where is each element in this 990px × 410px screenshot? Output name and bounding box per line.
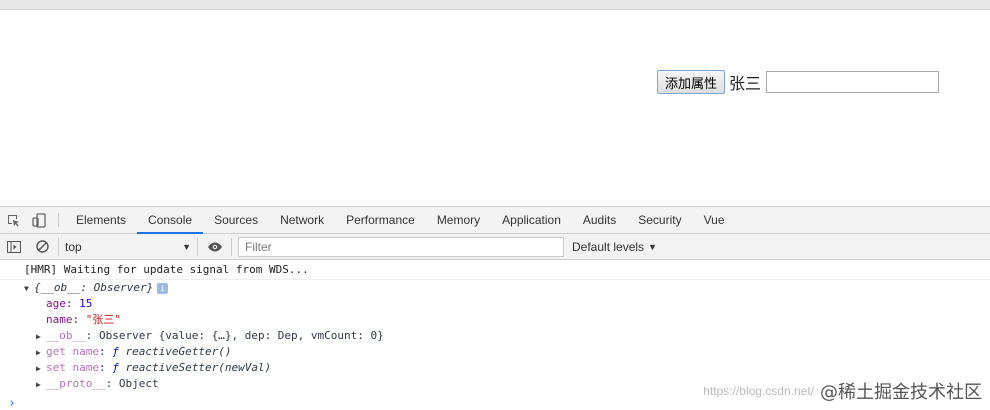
console-prompt-icon[interactable]: › — [8, 396, 16, 410]
prop-value: reactiveGetter() — [125, 345, 232, 358]
prop-key: __ob__ — [46, 329, 86, 342]
device-toolbar-icon[interactable] — [26, 207, 52, 233]
page-content: 添加属性 张三 — [0, 10, 990, 206]
tab-application[interactable]: Application — [491, 207, 572, 233]
function-symbol: ƒ — [112, 345, 119, 358]
clear-console-icon[interactable] — [28, 234, 56, 260]
tab-console[interactable]: Console — [137, 207, 204, 234]
prop-setter[interactable]: ▶ set name: ƒ reactiveSetter(newVal) — [24, 360, 990, 376]
tab-elements[interactable]: Elements — [65, 207, 137, 233]
expand-triangle-icon[interactable]: ▶ — [36, 345, 46, 361]
context-value: top — [65, 239, 82, 254]
chevron-down-icon: ▼ — [648, 241, 657, 252]
expand-triangle-icon[interactable]: ▶ — [36, 329, 46, 345]
log-levels-label: Default levels — [572, 239, 645, 254]
console-output: [HMR] Waiting for update signal from WDS… — [0, 260, 990, 410]
object-summary-line[interactable]: ▼ {__ob__: Observer} i — [24, 280, 990, 296]
prop-key: __proto__ — [46, 377, 106, 390]
tab-performance[interactable]: Performance — [335, 207, 426, 233]
tab-security[interactable]: Security — [627, 207, 692, 233]
name-input[interactable] — [766, 71, 940, 93]
tab-vue[interactable]: Vue — [693, 207, 736, 233]
live-expression-eye-icon[interactable] — [198, 237, 232, 256]
log-levels-dropdown[interactable]: Default levels ▼ — [572, 240, 657, 254]
tab-sources[interactable]: Sources — [203, 207, 269, 233]
prop-value: Observer {value: {…}, dep: Dep, vmCount:… — [99, 329, 384, 342]
prop-name: name: "张三" — [46, 313, 121, 326]
console-toolbar: top ▼ Default levels ▼ — [0, 234, 990, 260]
logged-object: ▼ {__ob__: Observer} i age: 15 name: "张三" … — [0, 280, 990, 392]
prop-getter[interactable]: ▶ get name: ƒ reactiveGetter() — [24, 344, 990, 360]
prop-value: 15 — [79, 297, 93, 310]
info-icon[interactable]: i — [157, 282, 169, 294]
function-symbol: ƒ — [112, 361, 119, 374]
prop-key: age — [46, 297, 66, 310]
console-message: [HMR] Waiting for update signal from WDS… — [0, 260, 990, 280]
devtools-tabbar: Elements Console Sources Network Perform… — [0, 207, 990, 234]
tab-network[interactable]: Network — [269, 207, 335, 233]
demo-row: 添加属性 张三 — [657, 70, 940, 94]
tab-memory[interactable]: Memory — [426, 207, 491, 233]
prop-value: reactiveSetter(newVal) — [125, 361, 272, 374]
chevron-down-icon: ▼ — [182, 241, 191, 252]
show-sidebar-icon[interactable] — [0, 234, 28, 260]
inspect-element-icon[interactable] — [0, 207, 26, 233]
prop-age: age: 15 — [46, 297, 93, 310]
watermark-juejin: @稀土掘金技术社区 — [820, 382, 982, 403]
tab-audits[interactable]: Audits — [572, 207, 627, 233]
prop-key: set name — [46, 361, 99, 374]
name-text: 张三 — [729, 74, 762, 93]
expand-triangle-icon[interactable]: ▶ — [36, 377, 46, 393]
prop-value: "张三" — [85, 313, 121, 326]
context-select[interactable]: top ▼ — [58, 237, 198, 256]
add-property-button[interactable]: 添加属性 — [657, 70, 726, 94]
prop-key: name — [46, 313, 73, 326]
prop-ob[interactable]: ▶ __ob__: Observer {value: {…}, dep: Dep,… — [24, 328, 990, 344]
expand-triangle-icon[interactable]: ▼ — [24, 281, 34, 297]
expand-triangle-icon[interactable]: ▶ — [36, 361, 46, 377]
object-summary: {__ob__: Observer} — [34, 281, 154, 294]
watermark: https://blog.csdn.net/ @稀土掘金技术社区 — [703, 378, 982, 404]
prop-key: get name — [46, 345, 99, 358]
filter-input[interactable] — [238, 236, 564, 257]
devtools-panel: Elements Console Sources Network Perform… — [0, 206, 990, 410]
browser-top-strip — [0, 0, 990, 10]
watermark-csdn: https://blog.csdn.net/ — [703, 384, 814, 398]
tabbar-separator — [58, 213, 59, 227]
prop-value: Object — [118, 377, 159, 390]
